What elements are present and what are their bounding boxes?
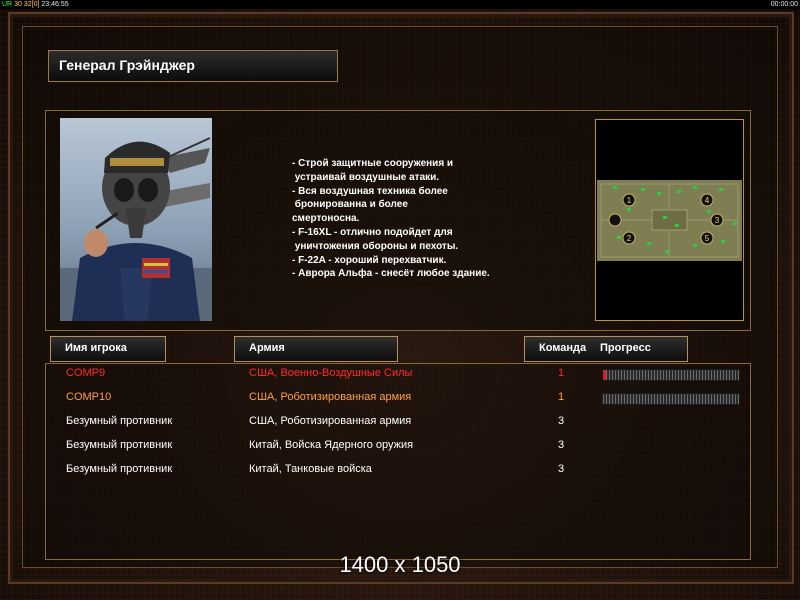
description-line: устраивай воздушные атаки. bbox=[292, 171, 440, 183]
progress-fill bbox=[603, 370, 606, 380]
map-image: 1 2 3 4 5 bbox=[597, 180, 742, 261]
description-line: бронированна и более bbox=[292, 199, 408, 211]
column-team: Команда bbox=[539, 342, 587, 354]
map-slot-3: 3 bbox=[715, 216, 720, 225]
player-army: США, Роботизированная армия bbox=[249, 415, 412, 427]
description-line: смертоносна. bbox=[292, 213, 360, 225]
player-row: Безумный противник Китай, Войска Ядерног… bbox=[0, 439, 800, 455]
status-value-b: 32 bbox=[23, 1, 32, 8]
description-line: - Строй защитные сооружения и bbox=[292, 158, 454, 169]
status-ur: UR bbox=[2, 1, 13, 8]
map-drawing: 1 2 3 4 5 bbox=[597, 180, 742, 261]
sort-team-progress-button[interactable]: Команда Прогресс bbox=[524, 336, 688, 362]
player-army: Китай, Войска Ядерного оружия bbox=[249, 439, 414, 451]
player-name: Безумный противник bbox=[66, 439, 173, 451]
player-team: 1 bbox=[558, 367, 565, 379]
general-name: Генерал Грэйнджер bbox=[59, 57, 195, 73]
column-player-name: Имя игрока bbox=[65, 342, 127, 354]
description-line: - F-16XL - отлично подойдет для bbox=[292, 226, 453, 238]
map-slot-1: 1 bbox=[627, 196, 632, 205]
general-description: - Строй защитные сооружения и устраивай … bbox=[292, 157, 572, 281]
player-army: США, Роботизированная армия bbox=[249, 391, 412, 403]
status-value-a: 30 bbox=[14, 1, 22, 8]
progress-bar bbox=[602, 369, 740, 381]
column-army: Армия bbox=[249, 342, 285, 354]
player-name: Безумный противник bbox=[66, 463, 173, 475]
map-slot-2: 2 bbox=[627, 234, 632, 243]
player-name: COMP10 bbox=[66, 391, 112, 403]
status-value-c: [0] bbox=[31, 1, 40, 8]
general-portrait-image bbox=[60, 137, 212, 321]
status-bar-left: UR 30 32[0] 23:46:55 bbox=[2, 0, 69, 9]
player-row: Безумный противник США, Роботизированная… bbox=[0, 415, 800, 431]
description-line: - Аврора Альфа - снесёт любое здание. bbox=[292, 268, 490, 280]
resolution-watermark: 1400 x 1050 bbox=[339, 552, 461, 577]
description-line: - F-22A - хороший перехватчик. bbox=[292, 254, 447, 266]
column-progress: Прогресс bbox=[600, 342, 651, 354]
map-preview: 1 2 3 4 5 bbox=[595, 119, 744, 321]
status-clock: 23:46:55 bbox=[41, 1, 69, 8]
general-portrait bbox=[60, 118, 212, 321]
player-army: США, Военно-Воздушные Силы bbox=[249, 367, 413, 379]
map-slot-5: 5 bbox=[705, 234, 710, 243]
player-row: Безумный противник Китай, Танковые войск… bbox=[0, 463, 800, 479]
status-bar: UR 30 32[0] 23:46:55 00:00:00 bbox=[0, 0, 800, 9]
status-timer: 00:00:00 bbox=[770, 1, 798, 8]
player-name: COMP9 bbox=[66, 367, 106, 379]
general-title-box: Генерал Грэйнджер bbox=[48, 50, 338, 82]
player-army: Китай, Танковые войска bbox=[249, 463, 372, 475]
player-name: Безумный противник bbox=[66, 415, 173, 427]
description-line: - Вся воздушная техника более bbox=[292, 185, 448, 197]
sort-player-name-button[interactable]: Имя игрока bbox=[50, 336, 166, 362]
player-row-comp10: COMP10 США, Роботизированная армия 1 bbox=[0, 391, 800, 407]
sort-army-button[interactable]: Армия bbox=[234, 336, 398, 362]
player-team: 3 bbox=[558, 439, 565, 451]
description-line: уничтожения обороны и пехоты. bbox=[292, 240, 459, 252]
progress-bar bbox=[602, 393, 740, 405]
player-row-comp9: COMP9 США, Военно-Воздушные Силы 1 bbox=[0, 367, 800, 383]
map-slot-4: 4 bbox=[705, 196, 710, 205]
player-team: 3 bbox=[558, 463, 565, 475]
player-team: 1 bbox=[558, 391, 565, 403]
player-team: 3 bbox=[558, 415, 565, 427]
